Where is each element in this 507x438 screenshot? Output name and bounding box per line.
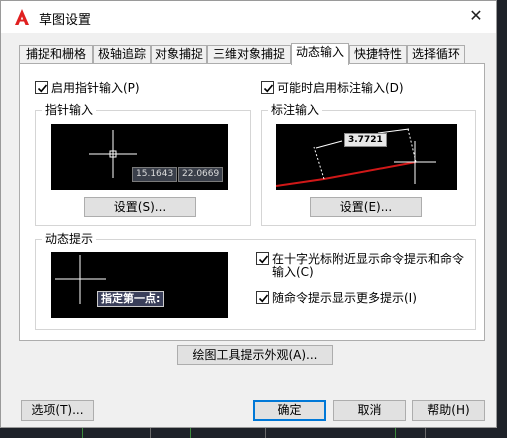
coord-x-field: 15.1643 — [132, 167, 178, 182]
help-button[interactable]: 帮助(H) — [412, 400, 485, 421]
autocad-logo-icon — [15, 9, 29, 25]
check-icon — [37, 84, 48, 93]
tab-3d-object-snap[interactable]: 三维对象捕捉 — [207, 45, 291, 64]
close-icon[interactable]: ✕ — [469, 6, 482, 25]
tab-quick-properties[interactable]: 快捷特性 — [349, 45, 407, 64]
dimension-input-title: 标注输入 — [268, 103, 323, 117]
tab-polar-tracking[interactable]: 极轴追踪 — [93, 45, 151, 64]
dimension-value-field: 3.7721 — [344, 133, 387, 147]
ok-button[interactable]: 确定 — [253, 400, 326, 421]
coord-y-field: 22.0669 — [178, 167, 224, 182]
dimension-input-group: 标注输入 3.7721 设置(E)... — [261, 103, 476, 226]
tab-strip: 捕捉和栅格 极轴追踪 对象捕捉 三维对象捕捉 动态输入 快捷特性 选择循环 — [19, 43, 479, 65]
checkbox-box[interactable] — [256, 252, 269, 265]
title-bar: 草图设置 ✕ — [1, 1, 496, 33]
show-prompts-near-crosshair-label-cont[interactable]: 输入(C) — [272, 265, 314, 279]
enable-pointer-input-label[interactable]: 启用指针输入(P) — [51, 81, 140, 95]
crosshair-icon — [55, 255, 106, 304]
dimension-settings-button[interactable]: 设置(E)... — [310, 197, 422, 217]
checkbox-box[interactable] — [35, 81, 48, 94]
tab-dynamic-input[interactable]: 动态输入 — [291, 43, 349, 65]
dynamic-prompts-preview — [51, 252, 228, 318]
pointer-settings-button[interactable]: 设置(S)... — [84, 197, 196, 217]
pointer-input-title: 指针输入 — [42, 103, 97, 117]
pointer-input-preview: 15.1643 22.0669 — [51, 124, 228, 190]
drafting-tooltip-appearance-button[interactable]: 绘图工具提示外观(A)... — [177, 345, 333, 365]
tab-selection-cycling[interactable]: 选择循环 — [407, 45, 465, 64]
enable-dimension-input-checkbox[interactable]: 可能时启用标注输入(D) — [261, 81, 404, 95]
show-more-prompts-label[interactable]: 随命令提示显示更多提示(I) — [272, 291, 417, 305]
check-icon — [258, 255, 269, 264]
options-button[interactable]: 选项(T)... — [21, 400, 94, 421]
dynamic-prompts-title: 动态提示 — [42, 232, 97, 246]
dynamic-prompts-group: 动态提示 在十字光标附近显示命令提示和命令 输入(C) 随命令提示显示更多提示(… — [35, 232, 476, 330]
tab-snap-grid[interactable]: 捕捉和栅格 — [19, 45, 93, 64]
enable-dimension-input-label[interactable]: 可能时启用标注输入(D) — [277, 81, 404, 95]
dynamic-input-page: 启用指针输入(P) 指针输入 15.1643 22.0669 设置(S)... … — [19, 63, 485, 365]
pointer-input-group: 指针输入 15.1643 22.0669 设置(S)... — [35, 103, 251, 226]
dialog-title: 草图设置 — [39, 13, 92, 28]
checkbox-box[interactable] — [256, 291, 269, 304]
show-prompts-near-crosshair-label[interactable]: 在十字光标附近显示命令提示和命令 — [272, 252, 464, 266]
checkbox-box[interactable] — [261, 81, 274, 94]
check-icon — [258, 294, 269, 303]
enable-pointer-input-checkbox[interactable]: 启用指针输入(P) — [35, 81, 140, 95]
check-icon — [263, 84, 274, 93]
close-button[interactable]: ✕ — [456, 1, 496, 31]
tab-object-snap[interactable]: 对象捕捉 — [151, 45, 207, 64]
dimension-input-preview: 3.7721 — [276, 124, 457, 190]
drafting-settings-dialog: 草图设置 ✕ 捕捉和栅格 极轴追踪 对象捕捉 三维对象捕捉 动态输入 快捷特性 … — [0, 0, 497, 428]
cancel-button[interactable]: 取消 — [333, 400, 406, 421]
show-more-prompts-checkbox[interactable]: 随命令提示显示更多提示(I) — [256, 291, 417, 305]
show-prompts-near-crosshair-checkbox[interactable]: 在十字光标附近显示命令提示和命令 — [256, 252, 464, 266]
dynamic-prompt-tooltip: 指定第一点: — [97, 291, 165, 307]
